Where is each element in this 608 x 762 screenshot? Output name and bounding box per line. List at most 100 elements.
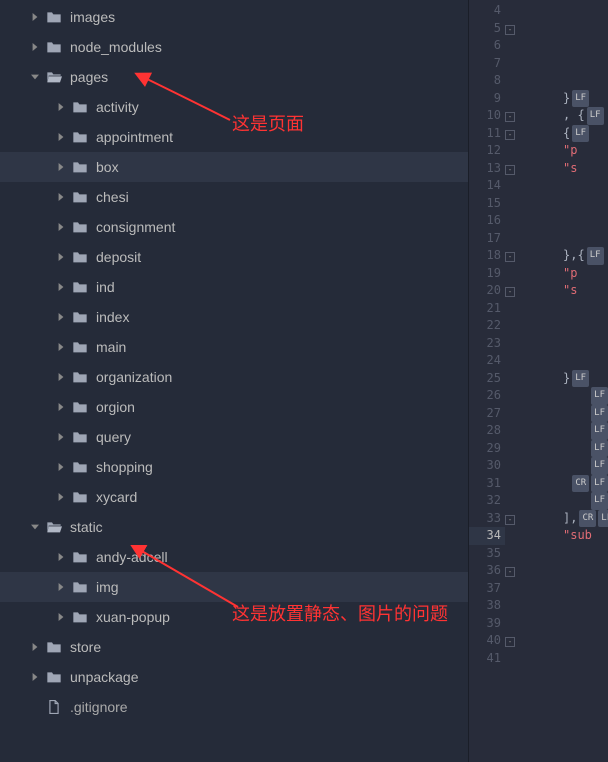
chevron-right-icon[interactable]: [56, 102, 66, 112]
chevron-down-icon[interactable]: [30, 522, 40, 532]
tree-item-xuan-popup[interactable]: xuan-popup: [0, 602, 468, 632]
line-number: 28: [469, 422, 505, 440]
fold-marker[interactable]: -: [505, 107, 523, 125]
code-line[interactable]: [523, 2, 608, 20]
code-line[interactable]: [523, 72, 608, 90]
code-line[interactable]: [523, 55, 608, 73]
code-line[interactable]: [523, 335, 608, 353]
tree-item-store[interactable]: store: [0, 632, 468, 662]
chevron-right-icon[interactable]: [30, 42, 40, 52]
code-line[interactable]: [523, 352, 608, 370]
tree-item-static[interactable]: static: [0, 512, 468, 542]
chevron-right-icon[interactable]: [56, 282, 66, 292]
code-line[interactable]: [523, 195, 608, 213]
tree-item-images[interactable]: images: [0, 2, 468, 32]
code-line[interactable]: [523, 632, 608, 650]
code-line[interactable]: ],CRLF: [523, 510, 608, 528]
code-line[interactable]: [523, 177, 608, 195]
code-line[interactable]: }LF: [523, 370, 608, 388]
tree-item-appointment[interactable]: appointment: [0, 122, 468, 152]
code-line[interactable]: }LF: [523, 90, 608, 108]
fold-marker[interactable]: -: [505, 562, 523, 580]
code-line[interactable]: CRLF: [523, 475, 608, 493]
tree-item-xycard[interactable]: xycard: [0, 482, 468, 512]
chevron-right-icon[interactable]: [56, 132, 66, 142]
code-line[interactable]: [523, 650, 608, 668]
tree-item-andy-adcell[interactable]: andy-adcell: [0, 542, 468, 572]
tree-item-orgion[interactable]: orgion: [0, 392, 468, 422]
fold-marker[interactable]: -: [505, 510, 523, 528]
fold-marker[interactable]: -: [505, 125, 523, 143]
tree-item-unpackage[interactable]: unpackage: [0, 662, 468, 692]
code-line[interactable]: LF: [523, 387, 608, 405]
code-line[interactable]: [523, 562, 608, 580]
chevron-right-icon[interactable]: [30, 12, 40, 22]
chevron-right-icon[interactable]: [56, 582, 66, 592]
tree-item-organization[interactable]: organization: [0, 362, 468, 392]
tree-item-shopping[interactable]: shopping: [0, 452, 468, 482]
code-editor[interactable]: 4567891011121314151617181920212223242526…: [468, 0, 608, 762]
tree-item-deposit[interactable]: deposit: [0, 242, 468, 272]
code-line[interactable]: "sub: [523, 527, 608, 545]
code-line[interactable]: LF: [523, 405, 608, 423]
code-line[interactable]: [523, 580, 608, 598]
code-line[interactable]: , {LF: [523, 107, 608, 125]
code-line[interactable]: {LF: [523, 125, 608, 143]
chevron-right-icon[interactable]: [56, 252, 66, 262]
code-line[interactable]: [523, 545, 608, 563]
code-line[interactable]: [523, 597, 608, 615]
tree-item-pages[interactable]: pages: [0, 62, 468, 92]
fold-marker: [505, 422, 523, 440]
chevron-right-icon[interactable]: [56, 402, 66, 412]
fold-marker[interactable]: -: [505, 247, 523, 265]
fold-marker[interactable]: -: [505, 20, 523, 38]
code-line[interactable]: [523, 37, 608, 55]
tree-item-query[interactable]: query: [0, 422, 468, 452]
tree-item-index[interactable]: index: [0, 302, 468, 332]
chevron-right-icon[interactable]: [56, 162, 66, 172]
tree-item--gitignore[interactable]: .gitignore: [0, 692, 468, 722]
chevron-right-icon[interactable]: [56, 462, 66, 472]
code-line[interactable]: "s: [523, 160, 608, 178]
code-content[interactable]: }LF, {LF{LF"p"s},{LF"p"s}LFLFLFLFLFLFCRL…: [523, 0, 608, 762]
code-line[interactable]: LF: [523, 440, 608, 458]
code-line[interactable]: "p: [523, 265, 608, 283]
folder-icon: [72, 609, 88, 625]
chevron-right-icon[interactable]: [56, 312, 66, 322]
tree-item-chesi[interactable]: chesi: [0, 182, 468, 212]
chevron-down-icon[interactable]: [30, 72, 40, 82]
fold-gutter[interactable]: ---------: [505, 0, 523, 762]
chevron-right-icon[interactable]: [56, 342, 66, 352]
code-line[interactable]: [523, 20, 608, 38]
chevron-right-icon[interactable]: [56, 552, 66, 562]
tree-item-box[interactable]: box: [0, 152, 468, 182]
code-line[interactable]: "p: [523, 142, 608, 160]
tree-item-node-modules[interactable]: node_modules: [0, 32, 468, 62]
fold-marker[interactable]: -: [505, 282, 523, 300]
chevron-right-icon[interactable]: [56, 192, 66, 202]
code-line[interactable]: [523, 615, 608, 633]
code-line[interactable]: [523, 230, 608, 248]
code-line[interactable]: LF: [523, 492, 608, 510]
fold-marker[interactable]: -: [505, 160, 523, 178]
chevron-right-icon[interactable]: [30, 642, 40, 652]
tree-item-consignment[interactable]: consignment: [0, 212, 468, 242]
code-line[interactable]: [523, 212, 608, 230]
chevron-right-icon[interactable]: [56, 432, 66, 442]
tree-item-main[interactable]: main: [0, 332, 468, 362]
fold-marker[interactable]: -: [505, 632, 523, 650]
tree-item-activity[interactable]: activity: [0, 92, 468, 122]
chevron-right-icon[interactable]: [30, 672, 40, 682]
chevron-right-icon[interactable]: [56, 492, 66, 502]
code-line[interactable]: [523, 300, 608, 318]
tree-item-img[interactable]: img: [0, 572, 468, 602]
code-line[interactable]: },{LF: [523, 247, 608, 265]
chevron-right-icon[interactable]: [56, 612, 66, 622]
code-line[interactable]: [523, 317, 608, 335]
code-line[interactable]: LF: [523, 422, 608, 440]
code-line[interactable]: LF: [523, 457, 608, 475]
chevron-right-icon[interactable]: [56, 372, 66, 382]
chevron-right-icon[interactable]: [56, 222, 66, 232]
tree-item-ind[interactable]: ind: [0, 272, 468, 302]
code-line[interactable]: "s: [523, 282, 608, 300]
